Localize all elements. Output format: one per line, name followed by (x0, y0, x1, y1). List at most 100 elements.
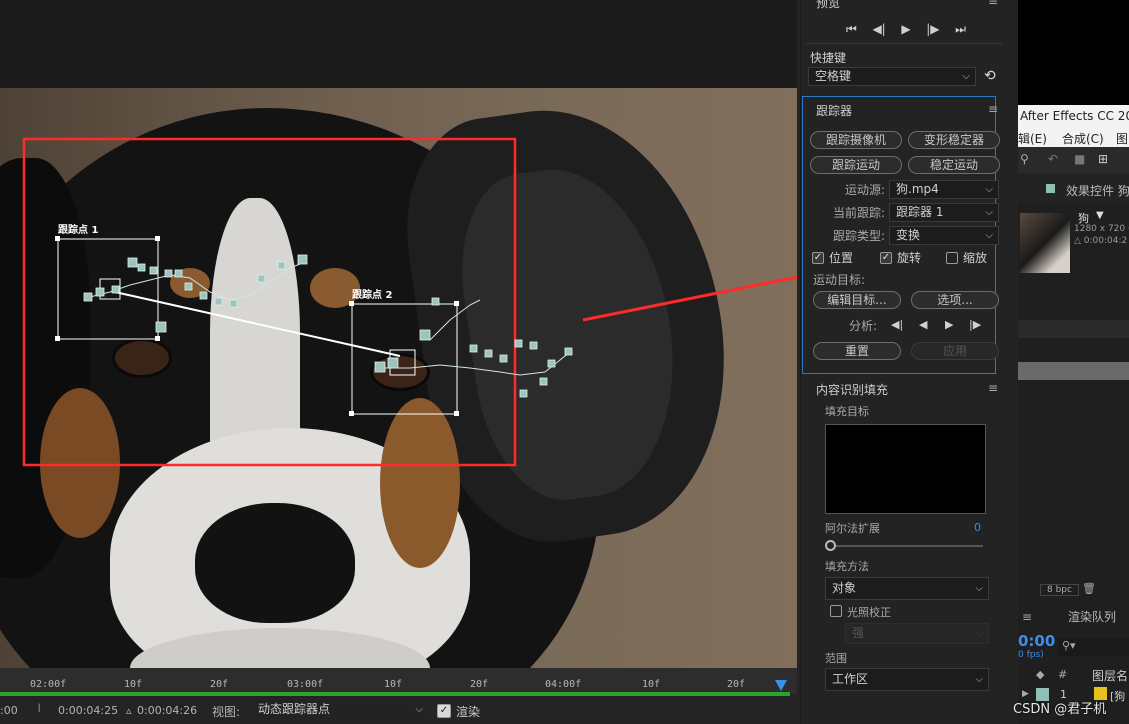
analyze-forward-icon[interactable]: ▶ (945, 318, 953, 331)
analyze-back-icon[interactable]: ◀ (919, 318, 927, 331)
track-motion-button[interactable]: 跟踪运动 (810, 156, 902, 174)
track-path-2 (380, 299, 571, 376)
alpha-expansion-value[interactable]: 0 (974, 521, 981, 534)
in-point-icon[interactable]: ⦚ (38, 702, 40, 716)
col-hash: # (1058, 668, 1068, 681)
alpha-slider-knob[interactable] (825, 540, 836, 551)
delta-time: 0:00:04:26 (137, 704, 198, 717)
position-checkbox[interactable]: ✓ (812, 252, 824, 264)
background-ae-window: After Effects CC 201 辑(E) 合成(C) 图 ⚲ ↶ ■ … (1018, 0, 1129, 724)
range-dropdown[interactable]: 工作区 ⌵ (825, 668, 989, 691)
track-point-2-search-box (351, 303, 458, 415)
edit-target-button[interactable]: 编辑目标... (813, 291, 901, 309)
chevron-down-icon[interactable]: ▼ (1096, 210, 1104, 221)
next-frame-icon[interactable]: |▶ (926, 22, 939, 37)
caf-menu-icon[interactable]: ≡ (988, 381, 998, 395)
stabilize-motion-button[interactable]: 稳定运动 (908, 156, 1000, 174)
motion-target-label: 运动目标: (813, 273, 866, 287)
timeline-menu-icon[interactable]: ≡ (1022, 610, 1032, 624)
reset-button[interactable]: 重置 (813, 342, 901, 360)
last-frame-icon[interactable]: ⏭ (955, 22, 966, 37)
playhead-icon[interactable] (775, 680, 787, 691)
shortcut-label: 快捷键 (810, 51, 847, 65)
current-track-value: 跟踪器 1 (896, 205, 944, 219)
chevron-down-icon: ⌵ (962, 71, 970, 82)
bounding-handles (55, 236, 459, 416)
undo-icon[interactable]: ↶ (1048, 152, 1058, 166)
play-icon[interactable]: ▶ (901, 22, 910, 37)
menu-edit[interactable]: 辑(E) (1018, 130, 1047, 147)
view-dropdown[interactable]: 动态跟踪器点 ⌵ (251, 700, 429, 719)
render-label: 渲染 (456, 705, 481, 719)
preview-controls: ⏮ ◀| ▶ |▶ ⏭ (846, 22, 966, 37)
fill-method-value: 对象 (832, 581, 857, 595)
rotation-label: 旋转 (897, 251, 922, 265)
tracker-menu-icon[interactable]: ≡ (988, 102, 998, 116)
csdn-watermark: CSDN @君子机 (1013, 702, 1107, 717)
light-strength-dropdown: 强 ⌵ (845, 623, 989, 644)
alpha-slider-track[interactable] (831, 545, 983, 547)
fill-target-preview (825, 424, 986, 514)
ruler-tick: 20f (210, 679, 229, 690)
composition-viewer[interactable]: 跟踪点 1 跟踪点 2 (0, 0, 797, 668)
view-label: 视图: (212, 705, 241, 719)
fill-method-dropdown[interactable]: 对象 ⌵ (825, 577, 989, 600)
shortcut-value: 空格键 (815, 69, 852, 83)
track-camera-button[interactable]: 跟踪摄像机 (810, 131, 902, 149)
search-icon: ⚲▾ (1062, 639, 1076, 652)
rotation-checkbox[interactable]: ✓ (880, 252, 892, 264)
analyze-forward-1-icon[interactable]: |▶ (969, 318, 981, 331)
track-type-value: 变换 (896, 228, 921, 242)
divider (806, 43, 1002, 44)
annotation-red-arrow (582, 275, 797, 322)
delta-icon: ▵ (126, 704, 132, 717)
warp-stabilizer-button[interactable]: 变形稳定器 (908, 131, 1000, 149)
prev-frame-icon[interactable]: ◀| (872, 22, 885, 37)
range-label: 范围 (825, 652, 847, 665)
preview-menu-icon[interactable]: ≡ (988, 0, 998, 8)
apply-button: 应用 (911, 342, 999, 360)
render-queue-tab[interactable]: 渲染队列 (1068, 608, 1116, 625)
menu-composition[interactable]: 合成(C) (1062, 130, 1104, 147)
options-button[interactable]: 选项... (911, 291, 999, 309)
bpc-label[interactable]: 8 bpc (1040, 584, 1079, 596)
light-correction-checkbox[interactable] (830, 605, 842, 617)
track-keyframes (83, 254, 573, 398)
work-area-bar[interactable] (0, 692, 790, 696)
ae-title: After Effects CC 201 (1020, 109, 1129, 123)
tag-icon: ◆ (1036, 668, 1045, 681)
light-strength-value: 强 (852, 626, 865, 640)
effects-tab[interactable]: 效果控件 狗 (1066, 182, 1129, 199)
chevron-down-icon: ⌵ (985, 184, 993, 195)
trash-icon[interactable]: 🗑 (1082, 582, 1096, 595)
scale-checkbox[interactable] (946, 252, 958, 264)
project-item-dims: 1280 x 720 ( (1074, 224, 1129, 234)
pan-behind-icon[interactable]: ⊞ (1098, 152, 1108, 166)
view-dropdown-value: 动态跟踪器点 (258, 702, 331, 716)
render-checkbox[interactable]: ✓ (437, 704, 451, 718)
project-list-band (1018, 362, 1129, 380)
range-value: 工作区 (832, 672, 869, 686)
camera-icon[interactable]: ■ (1074, 152, 1085, 166)
reset-shortcut-icon[interactable]: ⟲ (984, 68, 996, 84)
motion-source-dropdown[interactable]: 狗.mp4 ⌵ (889, 180, 999, 199)
current-time[interactable]: 0:00:04:25 (58, 704, 118, 717)
shortcut-dropdown[interactable]: 空格键 ⌵ (808, 67, 976, 86)
ruler-tick: 20f (470, 679, 489, 690)
track-type-dropdown[interactable]: 变换 ⌵ (889, 226, 999, 245)
project-list-area (1018, 320, 1129, 338)
app-window: 跟踪点 1 跟踪点 2 02:00f 10f 20f 03:00f 10f 20… (0, 0, 1129, 724)
preview-title: 预览 (816, 0, 841, 10)
search-icon[interactable]: ⚲ (1020, 152, 1029, 166)
menu-more[interactable]: 图 (1116, 130, 1128, 147)
first-frame-icon[interactable]: ⏮ (846, 22, 857, 37)
ruler-tick: 10f (124, 679, 143, 690)
chevron-down-icon: ⌵ (975, 583, 983, 594)
current-track-dropdown[interactable]: 跟踪器 1 ⌵ (889, 203, 999, 222)
timeline-timecode[interactable]: 0:00 (1018, 632, 1055, 650)
light-correction-label: 光照校正 (847, 606, 891, 619)
project-thumbnail (1020, 213, 1070, 273)
fill-method-label: 填充方法 (825, 560, 869, 573)
layer-name[interactable]: [狗 (1110, 688, 1125, 704)
analyze-back-1-icon[interactable]: ◀| (891, 318, 903, 331)
